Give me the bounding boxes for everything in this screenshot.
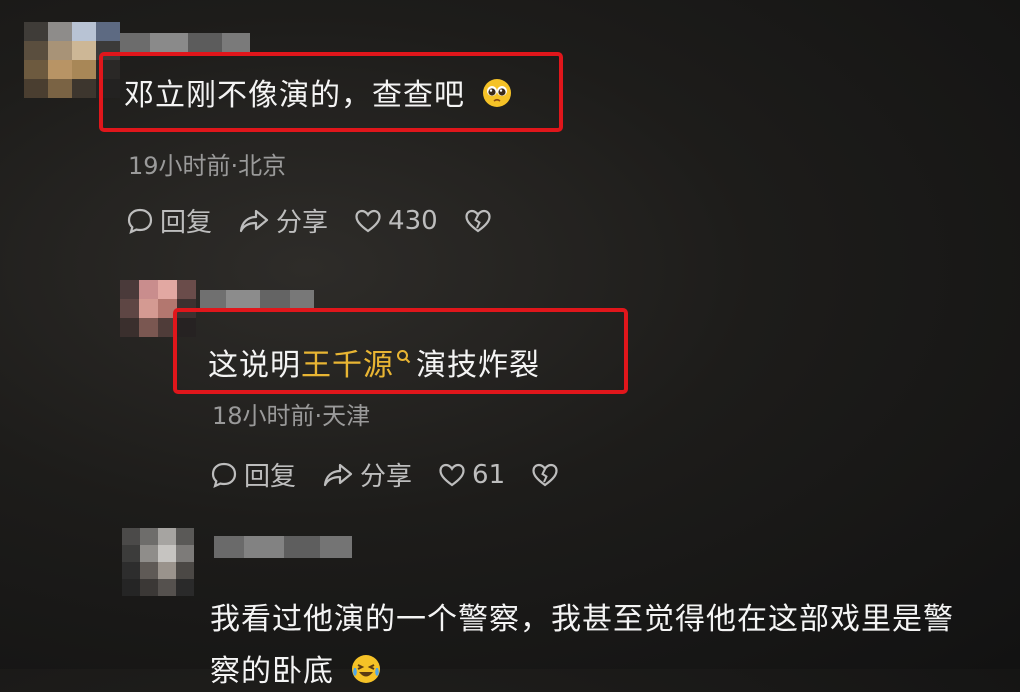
like-button[interactable]: 430 bbox=[354, 206, 438, 236]
pleading-face-icon bbox=[482, 78, 512, 116]
broken-heart-icon bbox=[465, 209, 491, 232]
dislike-button[interactable] bbox=[531, 462, 565, 488]
heart-icon bbox=[439, 463, 465, 486]
like-count: 61 bbox=[472, 459, 506, 490]
comment-text: 这说明王千源 演技炸裂 bbox=[208, 340, 540, 384]
reply-label: 回复 bbox=[160, 208, 213, 238]
share-arrow-icon bbox=[239, 209, 269, 232]
dislike-button[interactable] bbox=[464, 208, 498, 234]
like-count: 430 bbox=[388, 205, 438, 236]
comment-actions: 回复 分享 430 bbox=[126, 202, 524, 239]
comment-meta: 19小时前·北京 bbox=[128, 152, 287, 180]
avatar[interactable] bbox=[122, 528, 194, 596]
comment-actions: 回复 分享 61 bbox=[210, 456, 591, 493]
reply-button[interactable]: 回复 bbox=[210, 456, 296, 493]
comment-text: 我看过他演的一个警察，我甚至觉得他在这部戏里是警 bbox=[210, 602, 954, 637]
share-arrow-icon bbox=[323, 463, 353, 486]
comment-meta: 18小时前·天津 bbox=[212, 402, 371, 430]
share-label: 分享 bbox=[276, 208, 329, 238]
reply-label: 回复 bbox=[244, 462, 297, 492]
laughing-tears-icon bbox=[351, 654, 381, 692]
comment-bubble-icon bbox=[211, 462, 237, 488]
search-icon bbox=[396, 340, 412, 375]
reply-button[interactable]: 回复 bbox=[126, 202, 212, 239]
share-label: 分享 bbox=[360, 462, 413, 492]
heart-icon bbox=[355, 209, 381, 232]
broken-heart-icon bbox=[532, 463, 558, 486]
share-button[interactable]: 分享 bbox=[322, 456, 412, 493]
share-button[interactable]: 分享 bbox=[238, 202, 328, 239]
comment-bubble-icon bbox=[127, 208, 153, 234]
keyword-link[interactable]: 王千源 bbox=[301, 348, 394, 383]
comment-text: 邓立刚不像演的，查查吧 bbox=[124, 70, 512, 116]
username-blurred[interactable] bbox=[214, 536, 352, 558]
like-button[interactable]: 61 bbox=[438, 460, 505, 490]
